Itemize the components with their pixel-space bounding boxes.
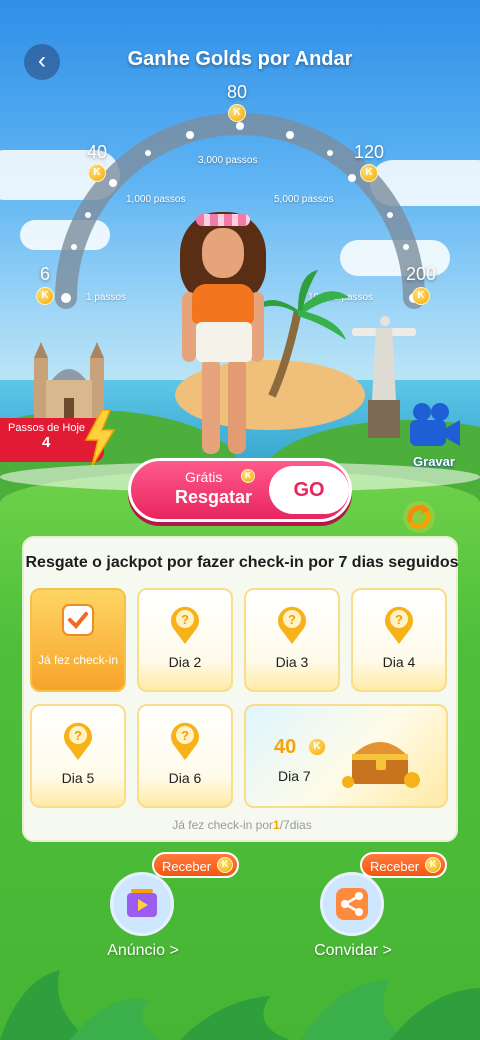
video-icon [127,889,157,917]
treasure-chest-icon [342,742,420,788]
ad-label: Anúncio > [107,942,179,959]
milestone-reward: 6 [39,264,50,284]
invite-label: Convidar > [314,942,392,959]
invite-action-button[interactable]: Receber K Convidar > [298,852,448,962]
coin-icon: K [228,104,246,122]
checkin-day-3[interactable]: ? Dia 3 [244,588,340,692]
ad-action-button[interactable]: Receber K Anúncio > [88,852,240,962]
gift-pin-icon: ? [171,606,199,644]
checkin-day-label: Dia 4 [382,654,416,670]
checkin-day-4[interactable]: ? Dia 4 [351,588,447,692]
progress-suffix: /7dias [279,818,312,832]
milestone-reward: 200 [405,264,437,284]
receive-label: Receber [370,859,420,874]
coin-icon: K [360,164,378,182]
checkin-day-label: Dia 5 [61,770,95,786]
checkin-day-1[interactable]: Já fez check-in [30,588,126,692]
milestone-reward: 40 [86,142,108,162]
receive-label: Receber [162,859,212,874]
coin-icon: K [241,469,255,483]
refresh-icon[interactable] [402,500,436,534]
gift-pin-icon: ? [171,722,199,760]
coin-icon: K [36,287,54,305]
palm-tree [258,270,348,398]
checkin-day-7[interactable]: 40 K Dia 7 [244,704,448,808]
svg-text:?: ? [181,612,189,627]
gift-pin-icon: ? [278,606,306,644]
checkin-day-2[interactable]: ? Dia 2 [137,588,233,692]
receive-badge: Receber K [152,852,240,878]
church-landmark [34,342,104,420]
checkin-day-label: Dia 6 [168,770,202,786]
milestone-reward: 80 [226,82,248,102]
milestone-steps: 3,000 passos [198,155,258,166]
coin-icon: K [412,287,430,305]
checkin-day-label: Já fez check-in [37,653,119,667]
gift-pin-icon: ? [64,722,92,760]
checkin-day-5[interactable]: ? Dia 5 [30,704,126,808]
milestone-reward: 120 [353,142,385,162]
record-button[interactable]: Gravar [404,400,464,470]
checkin-day-label: Dia 2 [168,654,202,670]
svg-text:?: ? [288,612,296,627]
claim-label: Resgatar [175,487,253,507]
coin-icon: K [88,164,106,182]
checkin-day-label: Dia 7 [278,768,311,784]
checkin-progress: Já fez check-in por1/7dias [24,818,460,832]
video-camera-icon [410,403,460,446]
svg-text:?: ? [395,612,403,627]
check-icon [62,604,94,636]
svg-text:?: ? [74,728,82,743]
gift-pin-icon: ? [385,606,413,644]
progress-done: 1 [273,818,280,832]
share-icon [336,888,368,920]
coin-icon: K [308,738,326,756]
free-label: Grátis [185,469,223,485]
coin-icon: K [217,857,234,873]
milestone-steps: 1,000 passos [126,194,186,205]
milestone-steps: 1 passos [86,292,127,303]
checkin-day-label: Dia 3 [275,654,309,670]
invite-circle [320,872,384,936]
receive-badge: Receber K [360,852,448,878]
go-button[interactable]: GO [269,466,349,514]
leaves-decoration [0,970,480,1040]
coin-icon: K [425,857,442,873]
jackpot-amount: 40 [274,736,297,758]
ad-circle [110,872,174,936]
svg-text:?: ? [181,728,189,743]
walking-character [176,206,270,456]
milestone-steps: 5,000 passos [274,194,334,205]
checkin-title: Resgate o jackpot por fazer check-in por… [25,554,459,571]
lightning-icon [84,410,116,466]
checkin-day-6[interactable]: ? Dia 6 [137,704,233,808]
progress-prefix: Já fez check-in por [172,818,273,832]
claim-button[interactable]: Grátis K Resgatar GO [128,458,352,522]
checkin-card: Resgate o jackpot por fazer check-in por… [22,536,460,842]
